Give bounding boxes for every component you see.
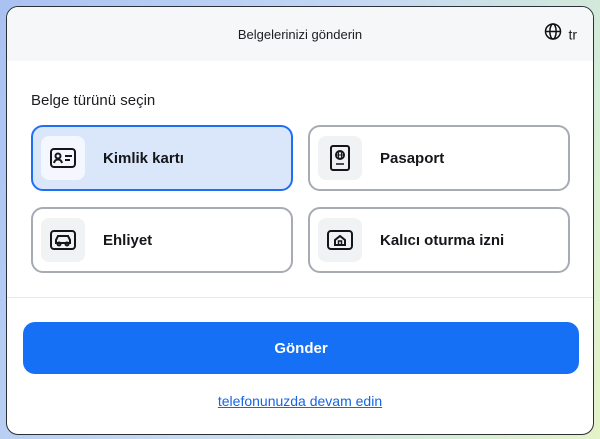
language-selector[interactable]: tr <box>544 23 577 46</box>
language-code: tr <box>568 26 577 42</box>
section-label: Belge türünü seçin <box>31 92 156 109</box>
car-icon <box>41 218 85 262</box>
home-icon <box>318 218 362 262</box>
passport-icon <box>318 136 362 180</box>
option-residence-permit[interactable]: Kalıcı oturma izni <box>308 207 570 273</box>
continue-on-phone-link[interactable]: telefonunuzda devam edin <box>7 393 593 409</box>
option-passport[interactable]: Pasaport <box>308 125 570 191</box>
card-header: Belgelerinizi gönderin tr <box>7 7 593 61</box>
globe-icon <box>544 23 562 46</box>
divider <box>7 297 593 298</box>
id-card-icon <box>41 136 85 180</box>
option-label: Kimlik kartı <box>103 149 184 167</box>
option-id-card[interactable]: Kimlik kartı <box>31 125 293 191</box>
submit-button[interactable]: Gönder <box>23 322 579 374</box>
option-label: Ehliyet <box>103 231 153 249</box>
document-upload-card: Belgelerinizi gönderin tr Belge türünü s… <box>6 6 594 435</box>
option-drivers-license[interactable]: Ehliyet <box>31 207 293 273</box>
header-title: Belgelerinizi gönderin <box>237 26 363 42</box>
option-label: Pasaport <box>380 149 445 167</box>
option-label: Kalıcı oturma izni <box>380 231 505 249</box>
